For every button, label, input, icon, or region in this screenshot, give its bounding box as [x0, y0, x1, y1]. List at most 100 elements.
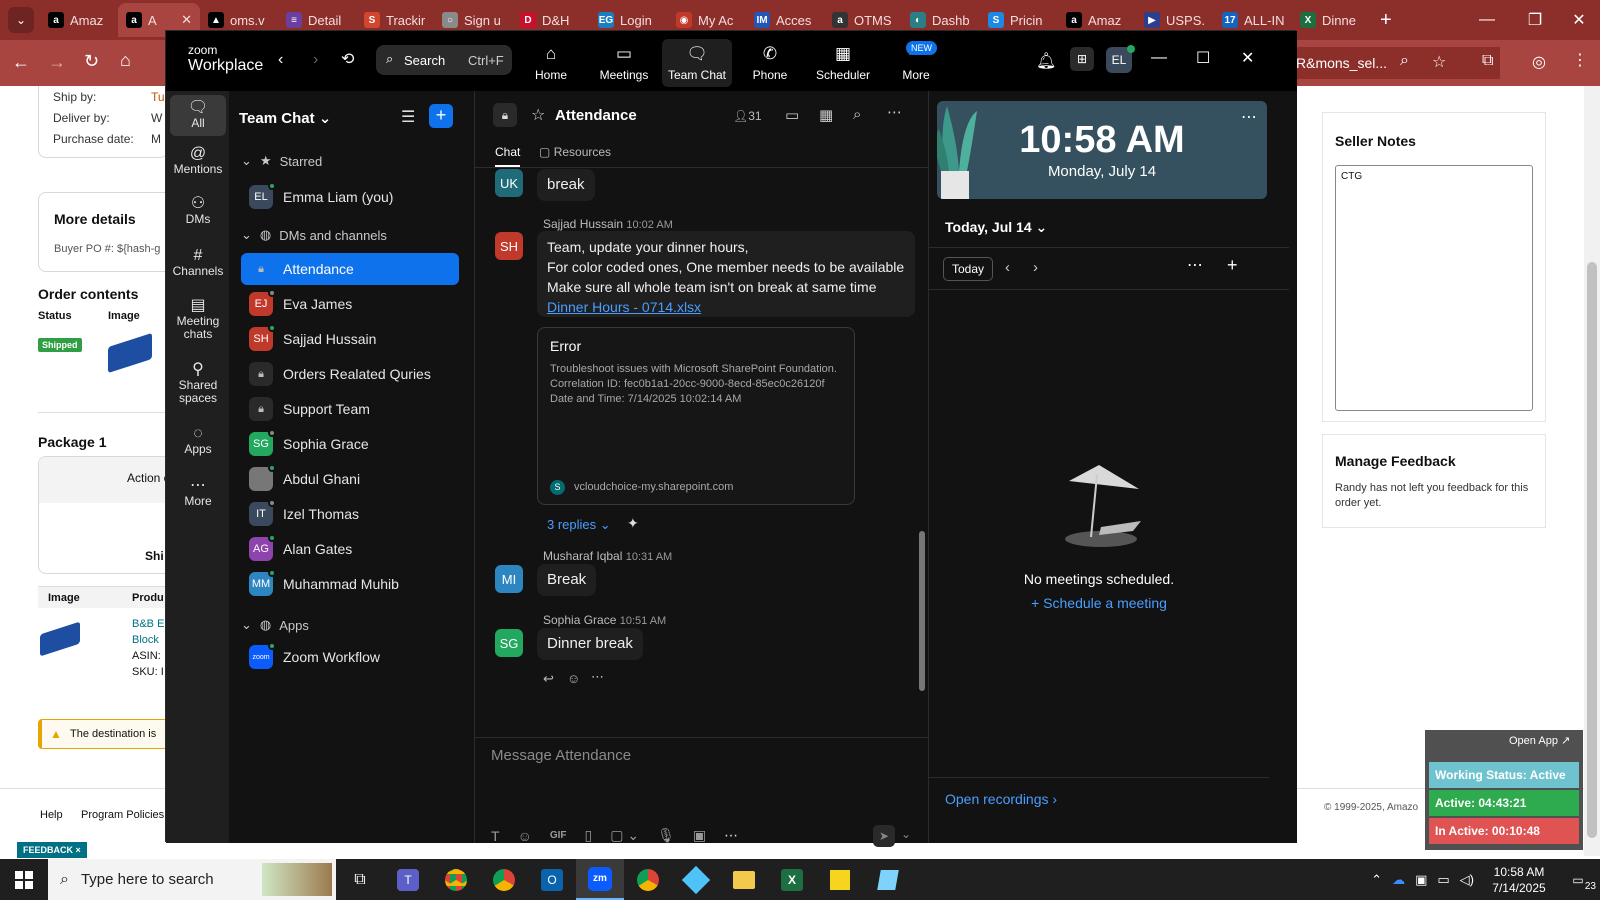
- prev-day-icon[interactable]: ‹: [1005, 259, 1010, 276]
- clock-more-icon[interactable]: ⋯: [1241, 107, 1257, 127]
- send-icon[interactable]: ➤: [873, 825, 895, 847]
- windows-start-icon[interactable]: [0, 859, 48, 900]
- zoom-forward-icon[interactable]: ›: [313, 51, 318, 69]
- open-recordings-link[interactable]: Open recordings ›: [945, 791, 1057, 807]
- next-day-icon[interactable]: ›: [1033, 259, 1038, 276]
- extensions-icon[interactable]: ⧉: [1482, 52, 1493, 70]
- zoom-close-icon[interactable]: ✕: [1241, 48, 1254, 68]
- calendar-icon[interactable]: ▦: [819, 106, 833, 124]
- zoom-taskbar-icon[interactable]: zm: [576, 859, 624, 900]
- back-icon[interactable]: ←: [12, 52, 30, 73]
- outlook-icon[interactable]: O: [528, 859, 576, 900]
- page-scrollbar[interactable]: [1584, 86, 1600, 856]
- new-tab-button[interactable]: +: [1380, 9, 1392, 32]
- product-thumbnail[interactable]: [108, 332, 152, 374]
- product-image[interactable]: [40, 621, 80, 657]
- ai-sparkle-icon[interactable]: ✦: [627, 515, 639, 532]
- volume-icon[interactable]: ◁): [1460, 872, 1474, 888]
- notepad-icon[interactable]: [864, 859, 912, 900]
- tab-chat[interactable]: Chat: [495, 145, 521, 167]
- onedrive-icon[interactable]: ☁: [1392, 872, 1405, 888]
- today-button[interactable]: Today: [943, 257, 994, 281]
- mic-icon[interactable]: 🎙︎: [657, 827, 675, 844]
- product-name-line1[interactable]: B&B E: [132, 618, 164, 630]
- sidebar-item[interactable]: 🔒︎ Orders Realated Quries: [241, 358, 459, 390]
- home-icon[interactable]: ⌂: [120, 50, 131, 71]
- schedule-meeting-link[interactable]: + Schedule a meeting: [929, 595, 1269, 611]
- sidebar-item[interactable]: AG Alan Gates: [241, 533, 459, 565]
- task-view-icon[interactable]: ⧉: [336, 859, 384, 900]
- program-policies-link[interactable]: Program Policies: [81, 809, 164, 821]
- rail-dms[interactable]: ⚇ DMs: [170, 196, 226, 226]
- link-preview-card[interactable]: Error Troubleshoot issues with Microsoft…: [537, 327, 855, 505]
- nav-team-chat[interactable]: 🗨︎ Team Chat: [662, 39, 732, 87]
- close-icon[interactable]: ✕: [1556, 0, 1600, 40]
- sidebar-item[interactable]: MM Muhammad Muhib: [241, 568, 459, 600]
- minimize-icon[interactable]: —: [1464, 0, 1510, 40]
- sidebar-item[interactable]: EL Emma Liam (you): [241, 181, 459, 213]
- chat-scrollbar[interactable]: [919, 531, 925, 691]
- message-more-icon[interactable]: ⋯: [591, 669, 604, 685]
- video-icon[interactable]: ▭: [785, 106, 799, 124]
- reply-icon[interactable]: ↩: [543, 671, 554, 687]
- chrome-profile-icon[interactable]: [480, 859, 528, 900]
- rail-more[interactable]: ⋯ More: [170, 478, 226, 508]
- profile-icon[interactable]: ◎: [1532, 52, 1546, 72]
- browser-menu-icon[interactable]: ⋮: [1572, 50, 1588, 70]
- taskbar-search[interactable]: ⌕ Type here to search: [48, 859, 336, 900]
- clock[interactable]: 10:58 AM 7/14/2025: [1482, 864, 1556, 896]
- feedback-button[interactable]: FEEDBACK ×: [17, 842, 87, 858]
- tab-resources[interactable]: ▢ Resources: [539, 145, 611, 159]
- chrome-icon[interactable]: [432, 859, 480, 900]
- history-icon[interactable]: ⟲: [341, 49, 354, 69]
- rail-all[interactable]: 🗨︎ All: [170, 95, 226, 136]
- favorite-star-icon[interactable]: ☆: [531, 105, 545, 125]
- tab-search-button[interactable]: ⌄: [8, 7, 34, 33]
- url-field[interactable]: R&mons_sel... ⌕ ☆: [1270, 47, 1500, 79]
- excel-icon[interactable]: X: [768, 859, 816, 900]
- network-icon[interactable]: ▭: [1437, 872, 1449, 888]
- help-link[interactable]: Help: [40, 809, 63, 821]
- zoom-search-input[interactable]: ⌕ Search Ctrl+F: [376, 45, 512, 75]
- product-name-line2[interactable]: Block: [132, 634, 159, 646]
- zoom-back-icon[interactable]: ‹: [278, 51, 283, 69]
- member-count[interactable]: 👤︎31: [733, 109, 762, 123]
- starred-section[interactable]: ⌄ ★ Starred: [241, 153, 322, 169]
- add-event-icon[interactable]: +: [1227, 255, 1238, 276]
- chrome-icon-2[interactable]: [624, 859, 672, 900]
- seller-notes-textarea[interactable]: CTG: [1335, 165, 1533, 411]
- message-input[interactable]: Message Attendance: [491, 747, 631, 764]
- app-icon[interactable]: [672, 859, 720, 900]
- tray-chevron-icon[interactable]: ⌃: [1371, 872, 1382, 888]
- browser-tab[interactable]: a Amaz: [40, 3, 118, 37]
- filter-icon[interactable]: ☰: [401, 107, 415, 127]
- emoji-react-icon[interactable]: ☺: [567, 671, 580, 686]
- bookmark-star-icon[interactable]: ☆: [1432, 52, 1446, 72]
- sidebar-item[interactable]: EJ Eva James: [241, 288, 459, 320]
- restore-icon[interactable]: ❐: [1512, 0, 1558, 40]
- gift-icon[interactable]: ⊞: [1070, 47, 1094, 71]
- channel-name[interactable]: Attendance: [555, 107, 637, 124]
- rail-apps[interactable]: ◌ Apps: [170, 426, 226, 456]
- screenshot-icon[interactable]: ▢ ⌄: [610, 827, 639, 844]
- sticky-notes-icon[interactable]: [816, 859, 864, 900]
- avatar-mi[interactable]: MI: [495, 565, 523, 593]
- team-chat-title[interactable]: Team Chat ⌄: [239, 109, 331, 127]
- sidebar-item[interactable]: SG Sophia Grace: [241, 428, 459, 460]
- notification-center-icon[interactable]: ▭ 23: [1556, 873, 1600, 892]
- zoom-minimize-icon[interactable]: —: [1151, 49, 1167, 67]
- nav-meetings[interactable]: ▭ Meetings: [589, 39, 659, 87]
- today-header[interactable]: Today, Jul 14 ⌄: [945, 219, 1047, 236]
- reload-icon[interactable]: ↻: [84, 51, 99, 72]
- video-message-icon[interactable]: ▣: [693, 827, 706, 844]
- avatar-uk[interactable]: UK: [495, 169, 523, 197]
- teams-icon[interactable]: T: [384, 859, 432, 900]
- emoji-icon[interactable]: ☺: [518, 828, 532, 844]
- avatar-sg[interactable]: SG: [495, 629, 523, 657]
- rail-mentions[interactable]: @ Mentions: [170, 146, 226, 176]
- sidebar-item[interactable]: IT Izel Thomas: [241, 498, 459, 530]
- rail-shared-spaces[interactable]: ⚲ Shared spaces: [170, 362, 226, 405]
- notifications-icon[interactable]: 🔔︎: [1036, 51, 1056, 71]
- calendar-more-icon[interactable]: ⋯: [1187, 255, 1203, 275]
- composer-more-icon[interactable]: ⋯: [724, 827, 738, 844]
